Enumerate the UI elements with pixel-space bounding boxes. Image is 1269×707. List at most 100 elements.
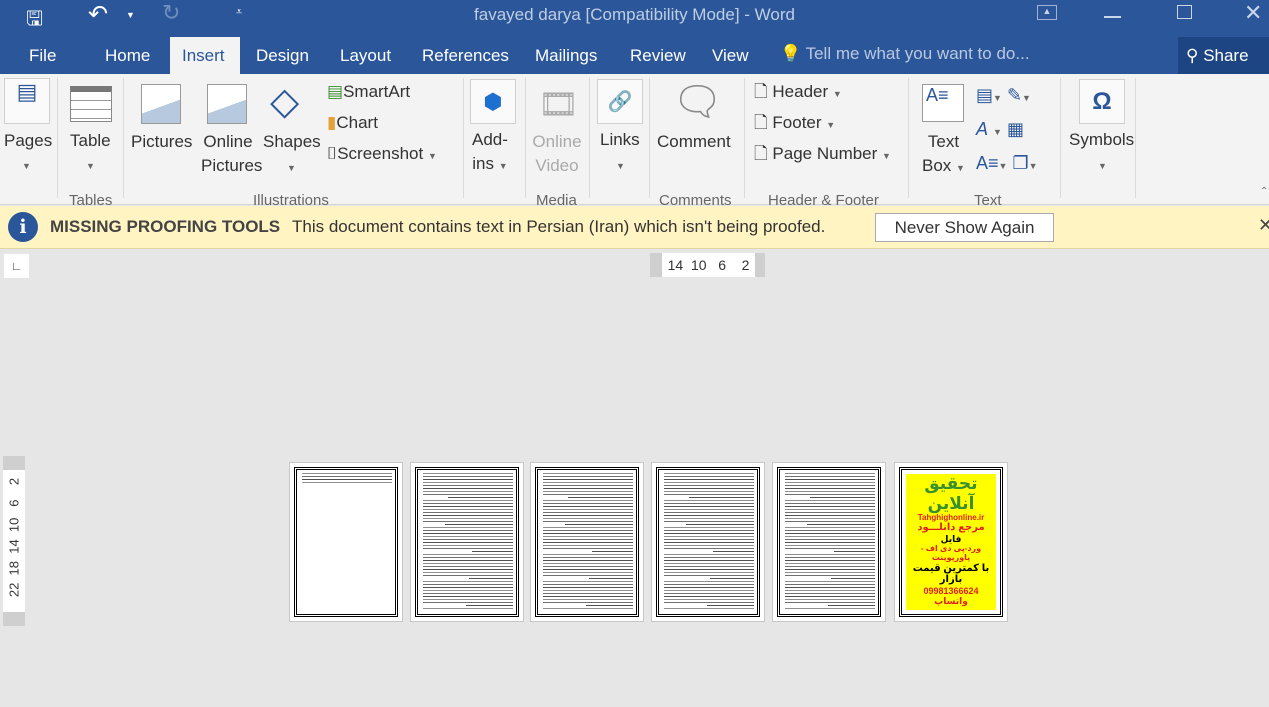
text-line bbox=[471, 551, 513, 552]
text-line bbox=[422, 560, 513, 561]
add-ins-button[interactable]: Add-ins ▼ bbox=[472, 128, 508, 178]
tab-file[interactable]: File bbox=[19, 37, 66, 74]
object-icon[interactable]: ❐ bbox=[1012, 153, 1028, 173]
text-line bbox=[784, 554, 875, 555]
maximize-icon[interactable] bbox=[1177, 5, 1192, 19]
text-line bbox=[663, 545, 754, 546]
table-button[interactable]: Table bbox=[70, 129, 111, 153]
share-button[interactable]: ⚲ Share bbox=[1178, 37, 1269, 74]
links-button[interactable]: Links bbox=[600, 128, 640, 152]
text-line bbox=[301, 473, 392, 474]
pages-button[interactable]: Pages bbox=[4, 129, 52, 153]
symbols-button[interactable]: Symbols bbox=[1069, 128, 1134, 152]
tab-references[interactable]: References bbox=[412, 37, 519, 74]
text-line bbox=[663, 563, 754, 564]
ribbon-display-options-icon[interactable]: ▲ bbox=[1037, 5, 1057, 20]
text-line bbox=[689, 497, 754, 498]
text-line bbox=[445, 524, 513, 525]
chart-button[interactable]: ▮Chart bbox=[327, 111, 378, 135]
tell-me-search[interactable]: 💡 Tell me what you want to do... bbox=[780, 44, 1030, 64]
text-line bbox=[591, 551, 633, 552]
close-message-icon[interactable]: ✕ bbox=[1258, 215, 1269, 236]
text-line bbox=[833, 551, 875, 552]
window-title: favayed darya [Compatibility Mode] - Wor… bbox=[474, 5, 795, 24]
text-line bbox=[422, 506, 513, 507]
tab-home[interactable]: Home bbox=[95, 37, 160, 74]
tab-design[interactable]: Design bbox=[246, 37, 319, 74]
comment-button[interactable]: Comment bbox=[657, 130, 731, 154]
text-line bbox=[542, 530, 633, 531]
text-line bbox=[568, 497, 633, 498]
text-line bbox=[542, 584, 633, 585]
text-line bbox=[542, 509, 633, 510]
text-line bbox=[422, 572, 513, 573]
text-line bbox=[784, 566, 875, 567]
text-line bbox=[422, 530, 513, 531]
close-icon[interactable]: ✕ bbox=[1244, 0, 1262, 26]
online-pictures-button[interactable]: Online Pictures bbox=[201, 130, 262, 178]
text-line bbox=[663, 521, 754, 522]
minimize-icon[interactable] bbox=[1104, 16, 1121, 18]
text-line bbox=[422, 608, 513, 609]
smartart-button[interactable]: ▤SmartArt bbox=[327, 80, 410, 104]
camera-icon: ⌷ bbox=[327, 144, 338, 163]
text-line bbox=[542, 506, 633, 507]
wordart-icon[interactable]: A bbox=[976, 119, 988, 139]
text-line bbox=[663, 599, 754, 600]
text-line bbox=[784, 572, 875, 573]
header-icon: 🗋 bbox=[754, 82, 768, 101]
text-tools: ▤▼ ✎▼ A ▼ ▦ A≡▼ ❐▼ bbox=[976, 85, 1038, 173]
page-number-button[interactable]: 🗋 Page Number ▼ bbox=[754, 142, 891, 168]
screenshot-button[interactable]: ⌷Screenshot ▼ bbox=[327, 142, 437, 168]
pictures-button[interactable]: Pictures bbox=[131, 130, 192, 154]
header-button[interactable]: 🗋 Header ▼ bbox=[754, 80, 842, 106]
footer-button[interactable]: 🗋 Footer ▼ bbox=[754, 111, 835, 137]
document-page-5[interactable] bbox=[772, 462, 886, 622]
tab-selector[interactable]: ∟ bbox=[4, 254, 29, 278]
text-line bbox=[663, 533, 754, 534]
horizontal-ruler[interactable]: 14 10 6 2 bbox=[650, 253, 765, 277]
drop-cap-icon[interactable]: A≡ bbox=[976, 153, 999, 173]
text-line bbox=[663, 557, 754, 558]
text-box-button[interactable]: Text Box ▼ bbox=[922, 130, 965, 180]
text-line bbox=[422, 602, 513, 603]
text-line bbox=[663, 587, 754, 588]
document-page-2[interactable] bbox=[410, 462, 524, 622]
chart-icon: ▮ bbox=[327, 113, 337, 132]
document-page-6[interactable]: تحقیق آنلاین Tahghighonline.ir مرجع دانل… bbox=[894, 462, 1008, 622]
date-time-icon[interactable]: ▦ bbox=[1007, 119, 1024, 139]
signature-line-icon[interactable]: ✎ bbox=[1007, 85, 1022, 105]
shapes-button[interactable]: Shapes bbox=[263, 130, 321, 154]
tab-insert[interactable]: Insert bbox=[170, 37, 240, 74]
text-line bbox=[585, 605, 633, 606]
text-line bbox=[663, 596, 754, 597]
text-line bbox=[663, 593, 754, 594]
tab-review[interactable]: Review bbox=[620, 37, 696, 74]
tab-mailings[interactable]: Mailings bbox=[525, 37, 607, 74]
document-page-4[interactable] bbox=[651, 462, 765, 622]
text-line bbox=[663, 572, 754, 573]
text-line bbox=[422, 491, 513, 492]
document-page-3[interactable] bbox=[530, 462, 644, 622]
text-line bbox=[663, 554, 754, 555]
text-line bbox=[422, 575, 513, 576]
text-line bbox=[663, 575, 754, 576]
text-line bbox=[784, 608, 875, 609]
text-line bbox=[784, 473, 875, 474]
text-line bbox=[422, 518, 513, 519]
text-line bbox=[542, 581, 633, 582]
tab-layout[interactable]: Layout bbox=[330, 37, 401, 74]
text-line bbox=[542, 542, 633, 543]
never-show-again-button[interactable]: Never Show Again bbox=[875, 213, 1054, 242]
text-line bbox=[468, 578, 513, 579]
text-line bbox=[542, 512, 633, 513]
vertical-ruler[interactable]: 22 18 14 10 6 2 bbox=[3, 456, 25, 626]
collapse-ribbon-icon[interactable]: ⌃ bbox=[1260, 186, 1268, 197]
quick-parts-icon[interactable]: ▤ bbox=[976, 85, 993, 105]
text-line bbox=[663, 566, 754, 567]
text-line bbox=[422, 542, 513, 543]
document-page-1[interactable] bbox=[289, 462, 403, 622]
tab-view[interactable]: View bbox=[702, 37, 759, 74]
text-line bbox=[784, 602, 875, 603]
text-line bbox=[542, 485, 633, 486]
